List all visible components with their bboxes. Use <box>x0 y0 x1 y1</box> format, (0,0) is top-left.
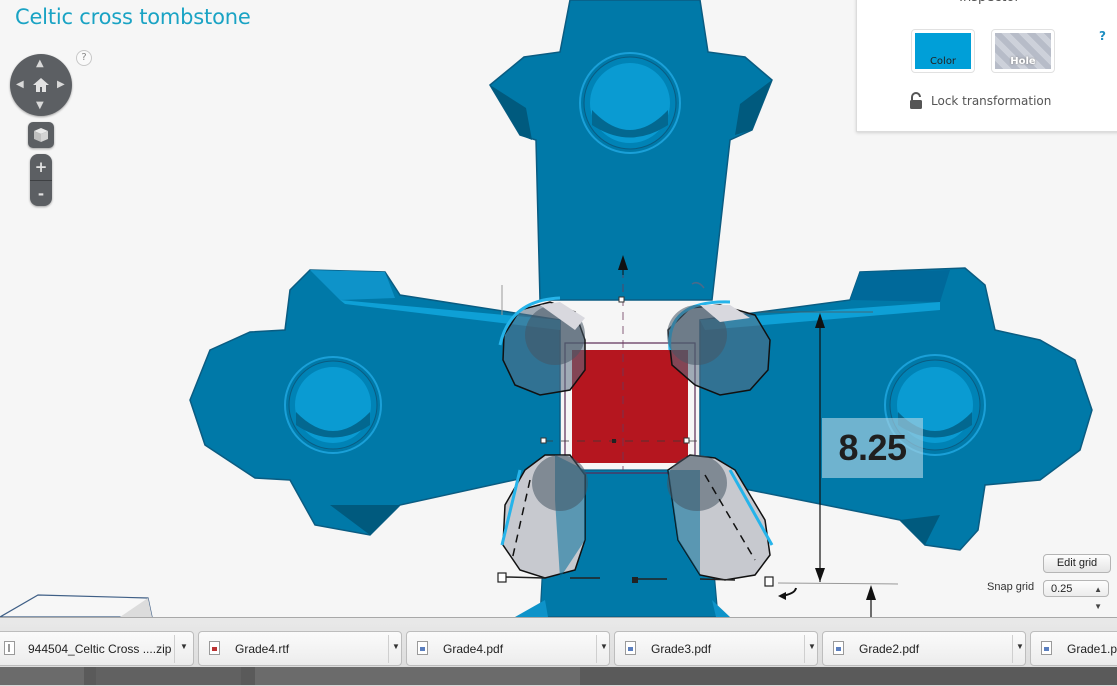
hole-button[interactable]: Hole <box>991 29 1055 73</box>
hole-label: Hole <box>1010 56 1036 67</box>
selected-center-block[interactable] <box>572 350 688 463</box>
zip-file-icon <box>4 641 15 655</box>
rtf-file-icon <box>209 641 220 655</box>
download-menu-icon[interactable]: ▼ <box>600 642 608 651</box>
pdf-file-icon <box>1041 641 1052 655</box>
zoom-in-button[interactable]: + <box>30 154 52 181</box>
download-filename: Grade4.pdf <box>443 642 504 656</box>
download-menu-icon[interactable]: ▼ <box>180 642 188 651</box>
download-menu-icon[interactable]: ▼ <box>808 642 816 651</box>
snap-grid-label: Snap grid <box>987 581 1035 593</box>
view-navigation-pad[interactable]: ▲ ◀ ▶ ▼ <box>10 54 72 116</box>
hole-swatch: Hole <box>995 33 1051 69</box>
download-item[interactable]: Grade3.pdf ▼ <box>614 631 818 666</box>
download-filename: Grade3.pdf <box>651 642 712 656</box>
lock-transformation-toggle[interactable]: Lock transformation <box>909 92 1051 109</box>
download-filename: 944504_Celtic Cross ....zip <box>28 642 172 656</box>
pan-left-icon[interactable]: ◀ <box>16 80 24 90</box>
dimension-value-input[interactable]: 8.25 <box>822 418 923 478</box>
browser-content-strip <box>0 667 1117 685</box>
snap-grid-value: 0.25 <box>1051 583 1073 595</box>
download-item[interactable]: Grade4.pdf ▼ <box>406 631 610 666</box>
download-filename: Grade1.pdf <box>1067 642 1117 656</box>
help-button[interactable]: ? <box>76 50 92 66</box>
design-title[interactable]: Celtic cross tombstone <box>15 5 251 29</box>
download-item[interactable]: Grade2.pdf ▼ <box>822 631 1026 666</box>
zoom-out-button[interactable]: - <box>30 181 52 207</box>
download-menu-icon[interactable]: ▼ <box>392 642 400 651</box>
color-label: Color <box>929 56 957 67</box>
pdf-file-icon <box>833 641 844 655</box>
color-button[interactable]: Color <box>911 29 975 73</box>
pdf-file-icon <box>625 641 636 655</box>
download-item[interactable]: Grade4.rtf ▼ <box>198 631 402 666</box>
inspector-help-button[interactable]: ? <box>1099 29 1106 43</box>
inspector-panel: Inspector Color Hole ? Lock transformati… <box>856 0 1117 132</box>
download-item[interactable]: 944504_Celtic Cross ....zip ▼ <box>0 631 194 666</box>
download-filename: Grade2.pdf <box>859 642 920 656</box>
cross-arm-top[interactable] <box>489 0 773 301</box>
snap-grid-select[interactable]: 0.25 ▲ ▼ <box>1043 580 1109 611</box>
zoom-controls: + - <box>30 154 52 206</box>
pdf-file-icon <box>417 641 428 655</box>
unlock-icon <box>910 92 922 109</box>
home-view-icon[interactable] <box>32 76 50 94</box>
cross-arm-left[interactable] <box>189 269 561 536</box>
select-arrows-icon: ▲ ▼ <box>1094 585 1102 611</box>
download-item[interactable]: Grade1.pdf <box>1030 631 1117 666</box>
color-swatch: Color <box>915 33 971 69</box>
view-cube-button[interactable] <box>28 122 54 148</box>
pan-up-icon[interactable]: ▲ <box>36 59 44 69</box>
download-filename: Grade4.rtf <box>235 642 290 656</box>
cross-arm-right[interactable] <box>699 267 1093 551</box>
pan-down-icon[interactable]: ▼ <box>36 101 44 111</box>
edit-grid-button[interactable]: Edit grid <box>1043 554 1111 573</box>
download-menu-icon[interactable]: ▼ <box>1016 642 1024 651</box>
3d-viewport[interactable]: Celtic cross tombstone ? ▲ ◀ ▶ ▼ + - Ins… <box>0 0 1117 617</box>
floor-block <box>0 594 153 617</box>
inspector-title: Inspector <box>857 0 1117 5</box>
lock-transformation-label: Lock transformation <box>931 93 1052 108</box>
pan-right-icon[interactable]: ▶ <box>57 80 65 90</box>
cube-icon <box>34 128 48 142</box>
